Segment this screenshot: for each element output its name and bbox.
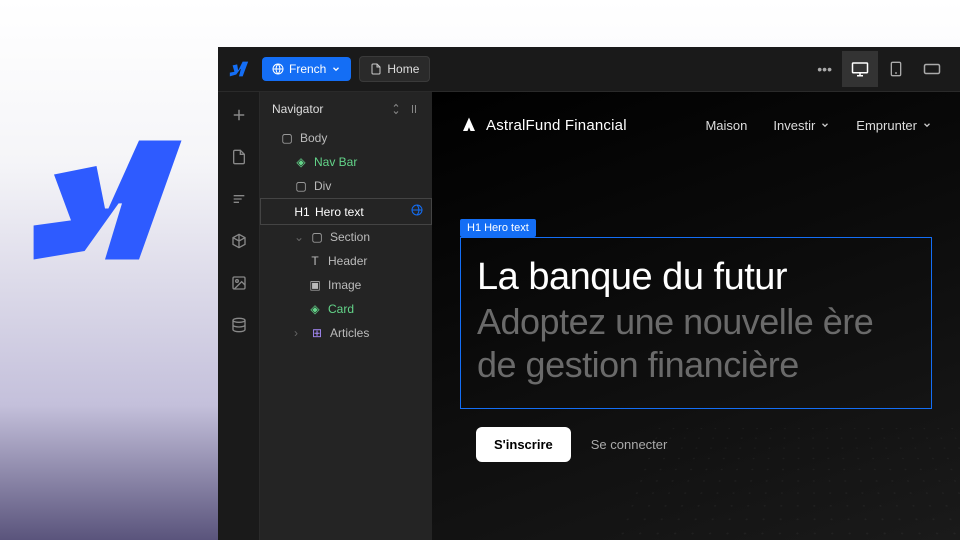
device-desktop-button[interactable] [842, 51, 878, 87]
more-menu-button[interactable]: ••• [807, 55, 842, 83]
tablet-icon [888, 61, 904, 77]
home-button[interactable]: Home [359, 56, 430, 82]
box-icon [231, 233, 247, 249]
desktop-icon [851, 60, 869, 78]
mobile-landscape-icon [923, 63, 941, 75]
image-icon: ▣ [308, 278, 322, 292]
brand-logo-icon [460, 116, 478, 134]
heading-icon: H1 [295, 205, 309, 219]
tree-label: Body [300, 131, 327, 145]
app-window: French Home ••• [218, 47, 960, 540]
left-toolbar [218, 92, 260, 540]
components-button[interactable] [224, 226, 254, 256]
hero-subtitle: Adoptez une nouvelle ère de gestion fina… [477, 300, 915, 386]
tree-item-card[interactable]: ◈ Card [260, 297, 432, 321]
dots-icon: ••• [817, 61, 832, 77]
div-icon: ▢ [294, 179, 308, 193]
nav-label: Emprunter [856, 118, 917, 133]
pages-button[interactable] [224, 142, 254, 172]
component-icon: ◈ [294, 155, 308, 169]
hero-title: La banque du futur [477, 256, 915, 300]
tree-item-articles[interactable]: › ⊞ Articles [260, 321, 432, 345]
decorative-dots [596, 424, 960, 540]
pin-icon[interactable] [408, 103, 420, 115]
design-canvas[interactable]: AstralFund Financial Maison Investir Emp… [432, 92, 960, 540]
page-icon [231, 149, 247, 165]
body-icon: ▢ [280, 131, 294, 145]
topbar: French Home ••• [218, 47, 960, 92]
device-mobile-landscape-button[interactable] [914, 51, 950, 87]
tree-item-navbar[interactable]: ◈ Nav Bar [260, 150, 432, 174]
add-element-button[interactable] [224, 100, 254, 130]
navigator-button[interactable] [224, 184, 254, 214]
plus-icon [230, 106, 248, 124]
tree-label: Section [330, 230, 370, 244]
tree-item-section[interactable]: ⌄ ▢ Section [260, 225, 432, 249]
tree-label: Articles [330, 326, 369, 340]
component-icon: ◈ [308, 302, 322, 316]
hero-text-selected[interactable]: La banque du futur Adoptez une nouvelle … [460, 237, 932, 409]
chevron-right-icon: › [294, 326, 304, 340]
tree-item-hero-text[interactable]: H1 Hero text [260, 198, 432, 225]
tree-label: Div [314, 179, 331, 193]
tree-label: Hero text [315, 205, 364, 219]
tree-label: Image [328, 278, 361, 292]
nav-link-invest[interactable]: Investir [773, 118, 830, 133]
tree-label: Nav Bar [314, 155, 357, 169]
tree-item-header[interactable]: T Header [260, 249, 432, 273]
locale-selector[interactable]: French [262, 57, 351, 81]
chevron-down-icon [922, 120, 932, 130]
chevron-down-icon [331, 64, 341, 74]
assets-button[interactable] [224, 268, 254, 298]
nav-link-home[interactable]: Maison [705, 118, 747, 133]
layers-icon [231, 191, 247, 207]
home-label: Home [387, 62, 419, 76]
section-icon: ▢ [310, 230, 324, 244]
database-icon [231, 317, 247, 333]
device-tablet-button[interactable] [878, 51, 914, 87]
tree-item-image[interactable]: ▣ Image [260, 273, 432, 297]
chevron-down-icon [820, 120, 830, 130]
page-icon [370, 63, 382, 75]
signup-button[interactable]: S'inscrire [476, 427, 571, 462]
tree-label: Card [328, 302, 354, 316]
webflow-logo-icon[interactable] [228, 58, 250, 80]
navigator-title: Navigator [272, 102, 323, 116]
locale-label: French [289, 62, 326, 76]
tree-label: Header [328, 254, 367, 268]
tree-item-div[interactable]: ▢ Div [260, 174, 432, 198]
site-navbar: AstralFund Financial Maison Investir Emp… [432, 92, 960, 158]
collection-icon: ⊞ [310, 326, 324, 340]
locale-indicator-icon [411, 204, 423, 219]
chevron-down-icon: ⌄ [294, 230, 304, 244]
navigator-panel: Navigator ▢ Body ◈ Nav Bar ▢ Div [260, 92, 432, 540]
globe-icon [272, 63, 284, 75]
image-icon [231, 275, 247, 291]
cms-button[interactable] [224, 310, 254, 340]
webflow-background-logo [20, 130, 190, 270]
text-icon: T [308, 254, 322, 268]
expand-collapse-icon[interactable] [390, 103, 402, 115]
tree-item-body[interactable]: ▢ Body [260, 126, 432, 150]
nav-label: Investir [773, 118, 815, 133]
selection-tag[interactable]: H1 Hero text [460, 219, 536, 237]
nav-link-borrow[interactable]: Emprunter [856, 118, 932, 133]
brand-name: AstralFund Financial [486, 117, 627, 134]
brand[interactable]: AstralFund Financial [460, 116, 681, 134]
nav-label: Maison [705, 118, 747, 133]
element-tree: ▢ Body ◈ Nav Bar ▢ Div H1 Hero text [260, 126, 432, 540]
